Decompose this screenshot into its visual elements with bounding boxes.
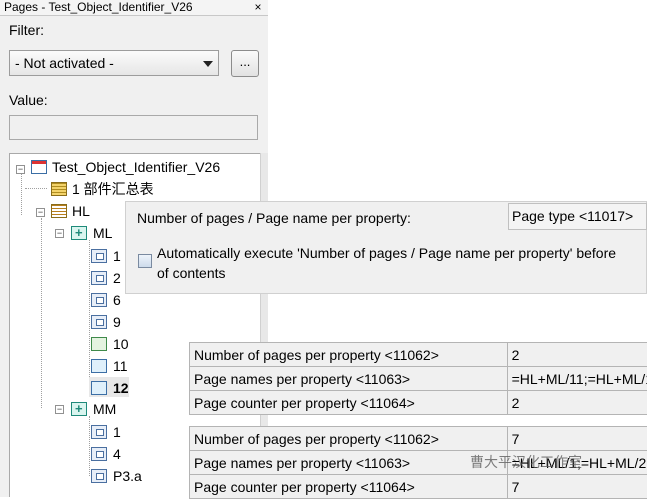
tree-line <box>21 174 22 215</box>
value-field[interactable] <box>9 115 258 140</box>
tree-item-page[interactable]: P3.a <box>113 467 142 485</box>
page-icon <box>91 469 107 483</box>
collapse-icon[interactable]: − <box>55 229 64 238</box>
watermark-text: 曹大平汉化工作室 <box>470 452 582 472</box>
tree-item-hl[interactable]: HL <box>72 202 90 220</box>
table-row: Number of pages per property <11062> 2 <box>190 343 647 367</box>
page-icon <box>91 315 107 329</box>
tree-item-mm[interactable]: MM <box>93 400 116 418</box>
property-name: Number of pages per property <11062> <box>190 427 508 451</box>
tree-item-page[interactable]: 1 <box>113 247 121 265</box>
location-icon <box>71 402 87 416</box>
collapse-icon[interactable]: − <box>36 208 45 217</box>
property-value[interactable]: 7 <box>507 475 647 499</box>
property-value[interactable]: =HL+ML/11;=HL+ML/1 <box>507 367 647 391</box>
graphic-page-icon <box>91 337 107 351</box>
tree-item-summary[interactable]: 1 部件汇总表 <box>72 180 154 198</box>
tree-item-page[interactable]: 9 <box>113 313 121 331</box>
tree-item-ml[interactable]: ML <box>93 224 112 242</box>
page-type-value: Page type <11017> <box>512 208 633 224</box>
table-row: Page names per property <11063> =HL+ML/1… <box>190 367 647 391</box>
tree-line <box>41 218 42 408</box>
tree-line <box>89 240 90 387</box>
tree-item-root[interactable]: Test_Object_Identifier_V26 <box>52 158 220 176</box>
structure-list-icon <box>51 204 67 218</box>
page-icon <box>91 425 107 439</box>
page-name-per-property-label: Number of pages / Page name per property… <box>137 210 411 226</box>
tree-item-page[interactable]: 2 <box>113 269 121 287</box>
property-value[interactable]: 7 <box>507 427 647 451</box>
property-table-1: Number of pages per property <11062> 2 P… <box>189 342 647 415</box>
close-icon[interactable]: × <box>251 0 265 14</box>
page-icon <box>91 271 107 285</box>
property-name: Page names per property <11063> <box>190 451 508 475</box>
table-row: Number of pages per property <11062> 7 <box>190 427 647 451</box>
tree-item-page[interactable]: 10 <box>113 335 129 353</box>
filter-dropdown[interactable]: - Not activated - <box>9 50 219 76</box>
table-row: Page counter per property <11064> 2 <box>190 391 647 415</box>
page-icon <box>91 293 107 307</box>
property-name: Number of pages per property <11062> <box>190 343 508 367</box>
tree-item-page[interactable]: 1 <box>113 423 121 441</box>
location-icon <box>71 226 87 240</box>
tree-item-page[interactable]: 6 <box>113 291 121 309</box>
table-row: Page counter per property <11064> 7 <box>190 475 647 499</box>
property-name: Page names per property <11063> <box>190 367 508 391</box>
tree-item-page[interactable]: 11 <box>113 357 128 375</box>
schematic-page-icon <box>91 359 107 373</box>
value-label: Value: <box>9 92 48 108</box>
project-icon <box>31 160 47 174</box>
filter-selected-value: - Not activated - <box>15 55 114 71</box>
panel-titlebar: Pages - Test_Object_Identifier_V26 × <box>0 0 268 16</box>
page-icon <box>91 249 107 263</box>
property-value[interactable]: 2 <box>507 391 647 415</box>
tree-line <box>89 416 90 476</box>
auto-execute-checkbox[interactable] <box>138 254 152 268</box>
collapse-icon[interactable]: − <box>16 165 25 174</box>
tree-item-page[interactable]: 4 <box>113 445 121 463</box>
table-page-icon <box>51 182 67 196</box>
page-type-field[interactable]: Page type <11017> <box>508 203 647 230</box>
filter-more-button[interactable]: ... <box>231 50 259 77</box>
chevron-down-icon <box>203 61 213 67</box>
tree-line <box>25 188 47 189</box>
tree-item-page-selected[interactable]: 12 <box>113 379 129 397</box>
property-value[interactable]: 2 <box>507 343 647 367</box>
page-icon <box>91 447 107 461</box>
auto-execute-label-line2: of contents <box>157 265 226 281</box>
auto-execute-label-line1: Automatically execute 'Number of pages /… <box>157 245 616 261</box>
collapse-icon[interactable]: − <box>55 405 64 414</box>
property-name: Page counter per property <11064> <box>190 475 508 499</box>
filter-label: Filter: <box>9 22 44 38</box>
schematic-page-icon <box>91 381 107 395</box>
panel-title: Pages - Test_Object_Identifier_V26 <box>4 0 193 15</box>
property-name: Page counter per property <11064> <box>190 391 508 415</box>
